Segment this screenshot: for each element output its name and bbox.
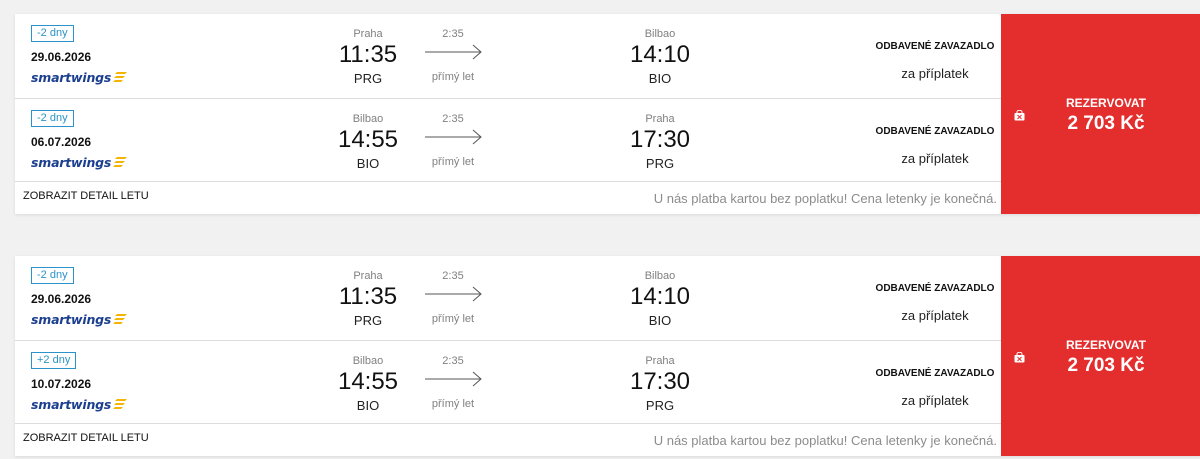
departure-city: Praha	[353, 270, 383, 282]
arrival-code: BIO	[648, 313, 672, 328]
direct-flight-label: přímý let	[431, 71, 475, 83]
show-flight-detail-link[interactable]: ZOBRAZIT DETAIL LETU	[23, 432, 149, 444]
arrival-city: Bilbao	[644, 270, 676, 282]
airline-name: smartwings	[31, 311, 112, 327]
arrival-city: Bilbao	[644, 28, 676, 40]
airline-wings-icon	[113, 314, 128, 324]
arrival-time: 17:30	[629, 126, 691, 153]
airline-wings-icon	[113, 399, 128, 409]
airline-logo: smartwings	[31, 69, 128, 85]
reserve-label: REZERVOVAT	[1065, 96, 1146, 110]
return-leg: +2 dny 10.07.2026 smartwings Bilbao 14:5…	[15, 340, 1001, 424]
flight-duration: 2:35	[442, 28, 464, 40]
outbound-leg: -2 dny 29.06.2026 smartwings Praha 11:35…	[15, 256, 1001, 340]
payment-notice: U nás platba kartou bez poplatku! Cena l…	[653, 191, 997, 206]
outbound-leg: -2 dny 29.06.2026 smartwings Praha 11:35…	[15, 14, 1001, 98]
departure-city: Bilbao	[352, 355, 384, 367]
day-shift-badge: +2 dny	[31, 352, 77, 369]
arrow-right-icon	[425, 371, 482, 387]
airline-name: smartwings	[31, 154, 112, 170]
return-leg: -2 dny 06.07.2026 smartwings Bilbao 14:5…	[15, 98, 1001, 182]
arrival-city: Praha	[645, 113, 675, 125]
departure-time: 11:35	[338, 283, 398, 310]
airline-logo: smartwings	[31, 396, 128, 412]
airline-name: smartwings	[31, 396, 112, 412]
flight-date: 29.06.2026	[31, 292, 92, 306]
arrow-right-icon	[425, 129, 482, 145]
arrival-code: PRG	[645, 398, 675, 413]
card-footer: ZOBRAZIT DETAIL LETU U nás platba kartou…	[15, 182, 1001, 214]
flight-legs: -2 dny 29.06.2026 smartwings Praha 11:35…	[15, 14, 1001, 214]
day-shift-badge: -2 dny	[31, 267, 74, 284]
direct-flight-label: přímý let	[431, 313, 475, 325]
flight-legs: -2 dny 29.06.2026 smartwings Praha 11:35…	[15, 256, 1001, 456]
flight-result-card: -2 dny 29.06.2026 smartwings Praha 11:35…	[15, 14, 1200, 214]
arrival-code: BIO	[648, 71, 672, 86]
reserve-label: REZERVOVAT	[1065, 338, 1146, 352]
reserve-button[interactable]: REZERVOVAT 2 703 Kč	[1001, 14, 1200, 214]
flight-duration: 2:35	[442, 113, 464, 125]
departure-time: 14:55	[337, 126, 399, 153]
airline-name: smartwings	[31, 69, 112, 85]
airline-wings-icon	[113, 72, 128, 82]
departure-city: Praha	[353, 28, 383, 40]
direct-flight-label: přímý let	[431, 398, 475, 410]
day-shift-badge: -2 dny	[31, 110, 74, 127]
total-price: 2 703 Kč	[1067, 355, 1145, 376]
flight-date: 06.07.2026	[31, 135, 92, 149]
flight-date: 10.07.2026	[31, 377, 92, 391]
arrow-right-icon	[425, 44, 482, 60]
arrival-city: Praha	[645, 355, 675, 367]
show-flight-detail-link[interactable]: ZOBRAZIT DETAIL LETU	[23, 190, 149, 202]
departure-time: 14:55	[337, 368, 399, 395]
payment-notice: U nás platba kartou bez poplatku! Cena l…	[653, 433, 997, 448]
arrival-time: 17:30	[629, 368, 691, 395]
arrival-time: 14:10	[629, 283, 691, 310]
day-shift-badge: -2 dny	[31, 25, 74, 42]
airline-logo: smartwings	[31, 311, 128, 327]
flight-duration: 2:35	[442, 270, 464, 282]
reserve-button[interactable]: REZERVOVAT 2 703 Kč	[1001, 256, 1200, 456]
flight-date: 29.06.2026	[31, 50, 92, 64]
departure-city: Bilbao	[352, 113, 384, 125]
card-footer: ZOBRAZIT DETAIL LETU U nás platba kartou…	[15, 424, 1001, 456]
departure-code: PRG	[353, 313, 383, 328]
arrow-right-icon	[425, 286, 482, 302]
departure-code: BIO	[356, 398, 380, 413]
total-price: 2 703 Kč	[1067, 113, 1145, 134]
flight-duration: 2:35	[442, 355, 464, 367]
flight-result-card: -2 dny 29.06.2026 smartwings Praha 11:35…	[15, 256, 1200, 456]
direct-flight-label: přímý let	[431, 156, 475, 168]
arrival-time: 14:10	[629, 41, 691, 68]
departure-code: PRG	[353, 71, 383, 86]
arrival-code: PRG	[645, 156, 675, 171]
departure-code: BIO	[356, 156, 380, 171]
airline-logo: smartwings	[31, 154, 128, 170]
airline-wings-icon	[113, 157, 128, 167]
departure-time: 11:35	[338, 41, 398, 68]
